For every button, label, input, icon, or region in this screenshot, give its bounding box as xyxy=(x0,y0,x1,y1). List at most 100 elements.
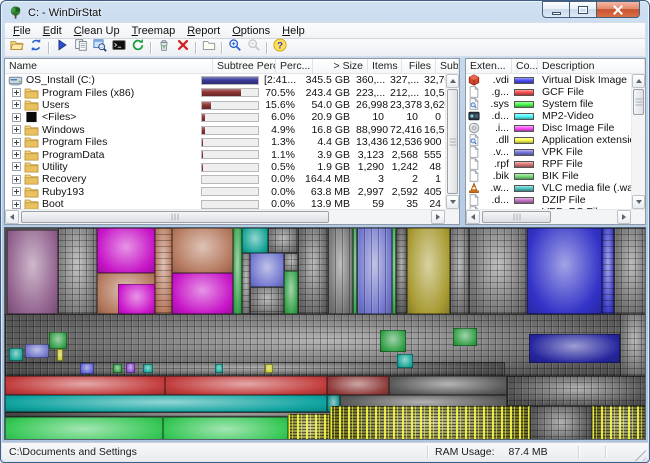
treemap-block[interactable] xyxy=(242,228,268,253)
scroll-up-button[interactable] xyxy=(632,74,645,88)
help-button[interactable]: ? xyxy=(270,40,289,56)
empty-recycle-bin-button[interactable] xyxy=(154,40,173,56)
treemap-block[interactable] xyxy=(507,376,646,406)
scroll-thumb[interactable] xyxy=(447,89,458,194)
treemap-block[interactable] xyxy=(143,364,153,373)
column-header-name[interactable]: Name xyxy=(5,59,213,73)
treemap-block[interactable] xyxy=(49,332,67,349)
column-header-items[interactable]: Items xyxy=(368,59,402,73)
extension-row-vdi[interactable]: .vdiVirtual Disk Image xyxy=(466,74,631,86)
treemap-block[interactable] xyxy=(327,376,389,395)
treemap-block[interactable] xyxy=(614,228,646,314)
treemap-block[interactable] xyxy=(527,228,602,314)
treemap-block[interactable] xyxy=(126,363,135,373)
treemap-block[interactable] xyxy=(172,273,233,314)
treemap[interactable] xyxy=(4,227,646,440)
expand-icon[interactable] xyxy=(12,138,21,147)
treemap-block[interactable] xyxy=(5,376,165,395)
directory-row-files[interactable]: <Files>6.0%20.9 GB10100 xyxy=(5,111,445,123)
scroll-track[interactable] xyxy=(551,210,617,224)
show-treemap-button[interactable] xyxy=(199,40,218,56)
extension-row-g[interactable]: .g...GCF File xyxy=(466,86,631,98)
close-button[interactable] xyxy=(596,1,640,18)
treemap-block[interactable] xyxy=(288,414,330,440)
scroll-left-button[interactable] xyxy=(5,210,19,224)
treemap-block[interactable] xyxy=(165,376,327,395)
extension-row-d[interactable]: .d...MP2-Video xyxy=(466,110,631,122)
minimize-button[interactable] xyxy=(542,1,570,18)
extension-row-w[interactable]: .w...VLC media file (.wav) xyxy=(466,182,631,194)
expand-icon[interactable] xyxy=(12,125,21,134)
treemap-block[interactable] xyxy=(25,344,49,358)
menu-item-file[interactable]: File xyxy=(7,24,37,38)
title-bar[interactable]: C: - WinDirStat xyxy=(1,1,649,22)
treemap-block[interactable] xyxy=(57,349,63,361)
refresh-selected-button[interactable] xyxy=(128,40,147,56)
extension-row-v[interactable]: .v...VPK File xyxy=(466,146,631,158)
treemap-block[interactable] xyxy=(298,228,328,314)
treemap-block[interactable] xyxy=(330,406,530,440)
scroll-right-button[interactable] xyxy=(617,210,631,224)
directory-row-boot[interactable]: Boot0.0%13.9 MB593524 xyxy=(5,198,445,209)
column-header-files[interactable]: Files xyxy=(402,59,436,73)
expand-icon[interactable] xyxy=(12,113,21,122)
zoom-in-button[interactable] xyxy=(225,40,244,56)
treemap-block[interactable] xyxy=(242,253,250,314)
column-header-subd[interactable]: Subd... xyxy=(436,59,459,73)
expand-icon[interactable] xyxy=(12,100,21,109)
treemap-block[interactable] xyxy=(407,228,450,314)
treemap-block[interactable] xyxy=(530,406,592,440)
treemap-block[interactable] xyxy=(233,228,242,314)
treemap-block[interactable] xyxy=(592,406,646,440)
resume-button[interactable] xyxy=(52,40,71,56)
treemap-block[interactable] xyxy=(284,253,298,271)
treemap-block[interactable] xyxy=(380,330,406,352)
scroll-right-button[interactable] xyxy=(431,210,445,224)
treemap-block[interactable] xyxy=(215,364,223,373)
treemap-block[interactable] xyxy=(58,228,97,314)
scroll-down-button[interactable] xyxy=(446,195,459,209)
expand-icon[interactable] xyxy=(12,150,21,159)
treemap-block[interactable] xyxy=(250,253,284,287)
treemap-block[interactable] xyxy=(155,228,172,314)
directory-row-utility[interactable]: Utility0.5%1.9 GB1,2901,24248 xyxy=(5,161,445,173)
treemap-block[interactable] xyxy=(397,354,413,368)
treemap-block[interactable] xyxy=(113,364,122,373)
directory-row-ruby193[interactable]: Ruby1930.0%63.8 MB2,9972,592405 xyxy=(5,186,445,198)
expand-icon[interactable] xyxy=(12,175,21,184)
directory-row-recovery[interactable]: Recovery0.0%164.4 MB321 xyxy=(5,173,445,185)
copy-path-button[interactable] xyxy=(71,40,90,56)
expand-icon[interactable] xyxy=(12,200,21,209)
extension-row-sys[interactable]: .sysSystem file xyxy=(466,98,631,110)
menu-item-options[interactable]: Options xyxy=(226,24,276,38)
directory-vertical-scrollbar[interactable] xyxy=(445,74,459,209)
column-header-size[interactable]: > Size xyxy=(313,59,368,73)
expand-icon[interactable] xyxy=(12,88,21,97)
menu-item-treemap[interactable]: Treemap xyxy=(126,24,182,38)
treemap-block[interactable] xyxy=(97,228,155,273)
treemap-block[interactable] xyxy=(396,228,407,314)
resize-grip[interactable] xyxy=(632,447,646,461)
scroll-up-button[interactable] xyxy=(446,74,459,88)
treemap-block[interactable] xyxy=(620,314,646,376)
extension-row-i[interactable]: .i...Disc Image File xyxy=(466,122,631,134)
treemap-block[interactable] xyxy=(118,284,155,314)
extension-row-bik[interactable]: .bikBIK File xyxy=(466,170,631,182)
menu-item-clean-up[interactable]: Clean Up xyxy=(68,24,126,38)
command-prompt-here-button[interactable] xyxy=(109,40,128,56)
expand-icon[interactable] xyxy=(12,162,21,171)
extension-vertical-scrollbar[interactable] xyxy=(631,74,645,209)
directory-row-windows[interactable]: Windows4.9%16.8 GB88,99072,41616,574 xyxy=(5,124,445,136)
menu-item-help[interactable]: Help xyxy=(276,24,311,38)
extension-row-d[interactable]: .d...DZIP File xyxy=(466,194,631,206)
extension-horizontal-scrollbar[interactable] xyxy=(466,210,631,224)
scroll-thumb[interactable] xyxy=(21,211,329,223)
column-header-exten[interactable]: Exten... xyxy=(466,59,512,73)
expand-icon[interactable] xyxy=(12,187,21,196)
open-button[interactable] xyxy=(7,40,26,56)
directory-row-program-files-x86[interactable]: Program Files (x86)70.5%243.4 GB223,...2… xyxy=(5,86,445,98)
treemap-block[interactable] xyxy=(328,228,353,314)
directory-row-program-files[interactable]: Program Files1.3%4.4 GB13,43612,536900 xyxy=(5,136,445,148)
treemap-block[interactable] xyxy=(5,417,163,440)
directory-row-os-install-c[interactable]: OS_Install (C:)[2:41...345.5 GB360,...32… xyxy=(5,74,445,86)
